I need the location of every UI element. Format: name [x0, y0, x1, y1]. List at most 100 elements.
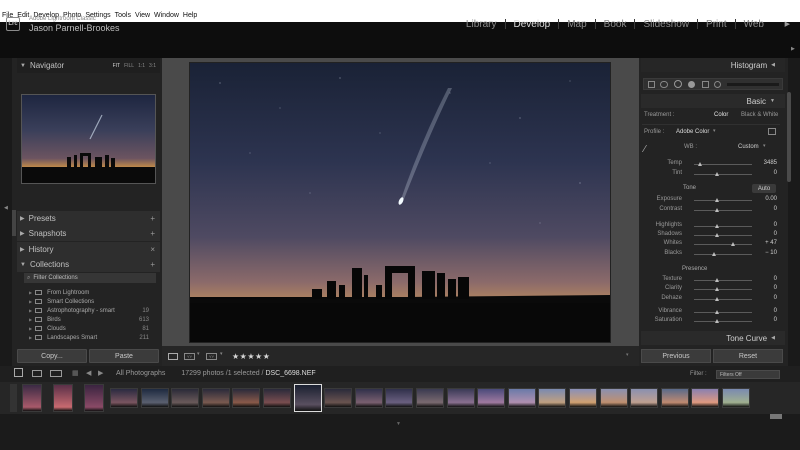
filmstrip-thumbnail[interactable] [569, 388, 597, 408]
crop-tool-icon[interactable] [660, 81, 668, 88]
filmstrip-thumbnail[interactable] [232, 388, 261, 408]
redeye-icon[interactable] [688, 81, 695, 88]
profile-dropdown[interactable]: Adobe Color [676, 129, 709, 135]
paste-settings-button[interactable]: Paste [89, 349, 159, 363]
auto-tone-button[interactable]: Auto [752, 184, 776, 193]
right-scrollbar[interactable] [787, 92, 791, 182]
add-collection-icon[interactable]: + [150, 260, 155, 269]
filmstrip-scroll-thumb[interactable] [770, 414, 782, 419]
spot-removal-icon[interactable] [674, 80, 682, 88]
filmstrip-source[interactable]: All Photographs [116, 370, 165, 377]
treatment-color-option[interactable]: Color [714, 112, 728, 118]
slider-value[interactable]: + 47 [755, 240, 777, 246]
toolbar-menu-arrow-icon[interactable]: ▾ [626, 352, 629, 358]
menu-view[interactable]: View [135, 12, 150, 19]
slider-track[interactable] [694, 226, 752, 227]
filmstrip-thumbnail[interactable] [201, 388, 230, 408]
slider-track[interactable] [694, 254, 752, 255]
slider-thumb[interactable] [697, 162, 702, 166]
previous-button[interactable]: Previous [641, 349, 711, 363]
left-collapse-arrow-icon[interactable]: ◀ [4, 205, 8, 211]
zoom-fit[interactable]: FIT [113, 63, 121, 69]
slider-thumb[interactable] [715, 297, 720, 301]
collapse-bottom-arrow-icon[interactable]: ▼ [396, 421, 401, 427]
left-scrollbar[interactable] [12, 210, 16, 236]
slider-track[interactable] [694, 210, 752, 211]
slider-thumb[interactable] [715, 172, 720, 176]
compare-view-icon[interactable]: YY [206, 353, 217, 360]
collections-header[interactable]: ▼ Collections + [17, 257, 160, 272]
chevron-down-icon[interactable]: ▾ [197, 351, 200, 357]
filmstrip-thumbnail[interactable] [324, 388, 353, 408]
module-map[interactable]: Map [567, 19, 586, 30]
navigator-header[interactable]: ▼ Navigator FIT FILL 1:1 3:1 [17, 58, 160, 73]
slider-track[interactable] [694, 289, 752, 290]
graduated-filter-icon[interactable] [702, 81, 709, 88]
slider-value[interactable]: 0 [755, 276, 777, 282]
collection-item[interactable]: ▶ Birds 613 [29, 315, 156, 324]
filmstrip-thumbnail[interactable] [599, 388, 628, 408]
slider-track[interactable] [694, 174, 752, 175]
treatment-bw-option[interactable]: Black & White [741, 112, 778, 118]
second-window-icon[interactable] [14, 368, 23, 377]
filmstrip-thumbnail[interactable] [263, 388, 291, 408]
slider-thumb[interactable] [715, 224, 720, 228]
slider-value[interactable]: 0.00 [755, 196, 777, 202]
slider-thumb[interactable] [711, 252, 716, 256]
slider-thumb[interactable] [715, 287, 720, 291]
filmstrip-thumbnail[interactable] [507, 388, 536, 408]
filmstrip-thumbnail[interactable] [691, 388, 720, 408]
module-slideshow[interactable]: Slideshow [643, 19, 689, 30]
navigator-preview[interactable] [21, 94, 156, 184]
clear-history-icon[interactable]: × [150, 245, 155, 254]
slider-track[interactable] [694, 235, 752, 236]
add-snapshot-icon[interactable]: + [150, 229, 155, 238]
filmstrip-thumbnail[interactable] [630, 388, 659, 408]
zoom-fill[interactable]: FILL [124, 63, 134, 69]
slider-track[interactable] [694, 312, 752, 313]
wb-eyedropper-icon[interactable]: ⁄ [644, 144, 658, 158]
star-rating[interactable]: ★★★★★ [232, 352, 270, 361]
chevron-down-icon[interactable]: ▾ [713, 128, 716, 134]
slider-value[interactable]: − 10 [755, 250, 777, 256]
filmstrip-thumbnail[interactable] [22, 384, 42, 412]
slider-value[interactable]: 0 [755, 295, 777, 301]
slider-thumb[interactable] [715, 319, 720, 323]
filmstrip-thumbnail[interactable] [660, 388, 689, 408]
collection-item[interactable]: ▶ From Lightroom [29, 288, 156, 297]
slider-track[interactable] [694, 244, 752, 245]
filmstrip-thumbnail[interactable] [722, 388, 750, 408]
slider-value[interactable]: 0 [755, 206, 777, 212]
slider-track[interactable] [694, 164, 752, 165]
filmstrip-thumbnail[interactable] [446, 388, 475, 408]
chevron-down-icon[interactable]: ▾ [220, 351, 223, 357]
reset-button[interactable]: Reset [713, 349, 783, 363]
chevron-down-icon[interactable]: ▾ [763, 143, 766, 149]
range-mask-slider[interactable] [727, 83, 779, 86]
right-collapse-arrow-icon[interactable]: ▶ [791, 46, 795, 52]
menu-window[interactable]: Window [154, 12, 179, 19]
slider-thumb[interactable] [715, 278, 720, 282]
grid-overlay-icon[interactable] [648, 81, 655, 88]
presets-header[interactable]: ▶ Presets + [17, 211, 160, 226]
slider-thumb[interactable] [715, 198, 720, 202]
menu-help[interactable]: Help [183, 12, 197, 19]
filter-collections-field[interactable]: ⌕ Filter Collections [24, 273, 156, 283]
slider-thumb[interactable] [715, 233, 720, 237]
zoom-1-1[interactable]: 1:1 [138, 63, 145, 69]
filmstrip-thumbnail[interactable] [140, 388, 169, 408]
module-print[interactable]: Print [706, 19, 727, 30]
back-arrow-icon[interactable]: ◀ [86, 369, 91, 377]
module-develop[interactable]: Develop [514, 19, 551, 30]
loupe-view-icon[interactable] [168, 353, 178, 360]
collapse-top-arrow-icon[interactable]: ▶ [785, 20, 790, 28]
filmstrip-thumbnail[interactable] [477, 388, 506, 408]
filter-dropdown[interactable]: Filters Off [716, 370, 780, 379]
slider-track[interactable] [694, 200, 752, 201]
slider-value[interactable]: 0 [755, 231, 777, 237]
main-photo[interactable] [189, 62, 611, 343]
radial-filter-icon[interactable] [714, 81, 721, 88]
module-web[interactable]: Web [744, 19, 764, 30]
collection-item[interactable]: ▶ Landscapes Smart 211 [29, 333, 156, 342]
forward-arrow-icon[interactable]: ▶ [98, 369, 103, 377]
